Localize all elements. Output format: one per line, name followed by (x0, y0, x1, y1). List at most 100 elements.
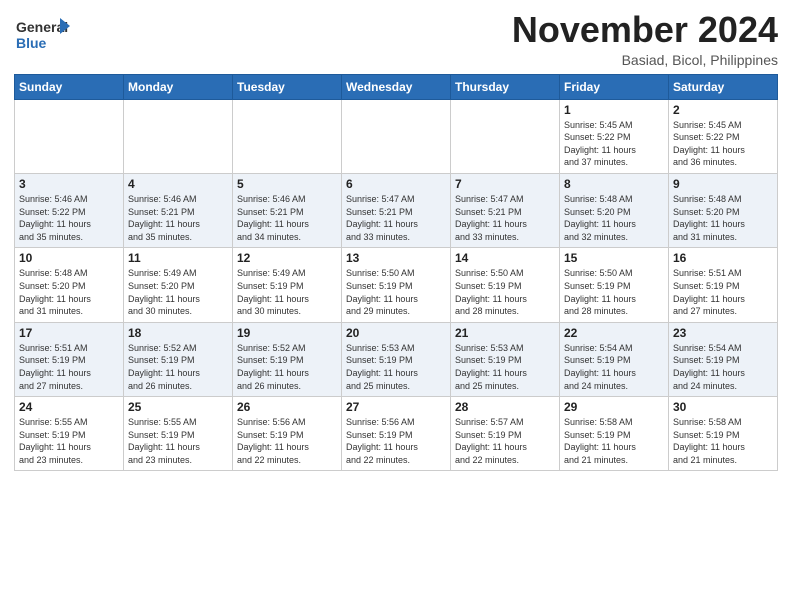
day-number: 12 (237, 251, 337, 265)
day-info: Sunrise: 5:45 AM Sunset: 5:22 PM Dayligh… (673, 119, 773, 169)
day-info: Sunrise: 5:58 AM Sunset: 5:19 PM Dayligh… (564, 416, 664, 466)
table-row: 22Sunrise: 5:54 AM Sunset: 5:19 PM Dayli… (560, 322, 669, 396)
table-row: 25 Sunrise: 5:55 AM Sunset: 5:19 PM Dayli… (124, 397, 233, 471)
day-number: 17 (19, 326, 119, 340)
day-number: 11 (128, 251, 228, 265)
calendar-header-row: Sunday Monday Tuesday Wednesday Thursday… (15, 74, 778, 99)
day-info: Sunrise: 5:48 AM Sunset: 5:20 PM Dayligh… (673, 193, 773, 243)
day-info: Sunrise: 5:49 AM Sunset: 5:19 PM Dayligh… (237, 267, 337, 317)
table-row: 21Sunrise: 5:53 AM Sunset: 5:19 PM Dayli… (451, 322, 560, 396)
day-info: Sunrise: 5:51 AM Sunset: 5:19 PM Dayligh… (19, 342, 119, 392)
day-info: Sunrise: 5:54 AM Sunset: 5:19 PM Dayligh… (673, 342, 773, 392)
calendar-week-row: 24 Sunrise: 5:55 AM Sunset: 5:19 PM Dayli… (15, 397, 778, 471)
day-number: 1 (564, 103, 664, 117)
svg-text:Blue: Blue (16, 35, 47, 51)
table-row: 3 Sunrise: 5:46 AM Sunset: 5:22 PM Daylig… (15, 173, 124, 247)
calendar-week-row: 10Sunrise: 5:48 AM Sunset: 5:20 PM Dayli… (15, 248, 778, 322)
title-block: November 2024 Basiad, Bicol, Philippines (512, 10, 778, 68)
table-row: 17 Sunrise: 5:51 AM Sunset: 5:19 PM Dayli… (15, 322, 124, 396)
day-number: 4 (128, 177, 228, 191)
table-row (342, 99, 451, 173)
table-row: 15 Sunrise: 5:50 AM Sunset: 5:19 PM Dayli… (560, 248, 669, 322)
day-number: 14 (455, 251, 555, 265)
day-number: 6 (346, 177, 446, 191)
table-row: 23 Sunrise: 5:54 AM Sunset: 5:19 PM Dayli… (669, 322, 778, 396)
table-row (233, 99, 342, 173)
day-info: Sunrise: 5:55 AM Sunset: 5:19 PM Dayligh… (128, 416, 228, 466)
table-row: 19Sunrise: 5:52 AM Sunset: 5:19 PM Dayli… (233, 322, 342, 396)
table-row: 6 Sunrise: 5:47 AM Sunset: 5:21 PM Daylig… (342, 173, 451, 247)
day-number: 18 (128, 326, 228, 340)
table-row: 16Sunrise: 5:51 AM Sunset: 5:19 PM Dayli… (669, 248, 778, 322)
table-row: 12 Sunrise: 5:49 AM Sunset: 5:19 PM Dayli… (233, 248, 342, 322)
table-row: 29 Sunrise: 5:58 AM Sunset: 5:19 PM Dayli… (560, 397, 669, 471)
header: General Blue November 2024 Basiad, Bicol… (14, 10, 778, 68)
day-number: 10 (19, 251, 119, 265)
day-info: Sunrise: 5:46 AM Sunset: 5:22 PM Dayligh… (19, 193, 119, 243)
day-number: 3 (19, 177, 119, 191)
day-info: Sunrise: 5:47 AM Sunset: 5:21 PM Dayligh… (346, 193, 446, 243)
day-info: Sunrise: 5:49 AM Sunset: 5:20 PM Dayligh… (128, 267, 228, 317)
day-info: Sunrise: 5:52 AM Sunset: 5:19 PM Dayligh… (237, 342, 337, 392)
table-row: 8Sunrise: 5:48 AM Sunset: 5:20 PM Daylig… (560, 173, 669, 247)
table-row: 10Sunrise: 5:48 AM Sunset: 5:20 PM Dayli… (15, 248, 124, 322)
day-number: 5 (237, 177, 337, 191)
table-row: 5Sunrise: 5:46 AM Sunset: 5:21 PM Daylig… (233, 173, 342, 247)
calendar-week-row: 1 Sunrise: 5:45 AM Sunset: 5:22 PM Daylig… (15, 99, 778, 173)
day-info: Sunrise: 5:50 AM Sunset: 5:19 PM Dayligh… (564, 267, 664, 317)
col-monday: Monday (124, 74, 233, 99)
day-number: 26 (237, 400, 337, 414)
day-number: 8 (564, 177, 664, 191)
day-number: 15 (564, 251, 664, 265)
table-row: 20 Sunrise: 5:53 AM Sunset: 5:19 PM Dayli… (342, 322, 451, 396)
table-row: 18 Sunrise: 5:52 AM Sunset: 5:19 PM Dayli… (124, 322, 233, 396)
logo: General Blue (14, 14, 70, 56)
day-number: 2 (673, 103, 773, 117)
col-saturday: Saturday (669, 74, 778, 99)
table-row: 11 Sunrise: 5:49 AM Sunset: 5:20 PM Dayli… (124, 248, 233, 322)
day-number: 22 (564, 326, 664, 340)
day-number: 25 (128, 400, 228, 414)
page: General Blue November 2024 Basiad, Bicol… (0, 0, 792, 612)
table-row (15, 99, 124, 173)
day-info: Sunrise: 5:46 AM Sunset: 5:21 PM Dayligh… (128, 193, 228, 243)
day-number: 30 (673, 400, 773, 414)
day-info: Sunrise: 5:58 AM Sunset: 5:19 PM Dayligh… (673, 416, 773, 466)
table-row: 30 Sunrise: 5:58 AM Sunset: 5:19 PM Dayli… (669, 397, 778, 471)
day-number: 7 (455, 177, 555, 191)
day-info: Sunrise: 5:57 AM Sunset: 5:19 PM Dayligh… (455, 416, 555, 466)
day-info: Sunrise: 5:53 AM Sunset: 5:19 PM Dayligh… (346, 342, 446, 392)
day-number: 23 (673, 326, 773, 340)
table-row: 1Sunrise: 5:45 AM Sunset: 5:22 PM Daylig… (560, 99, 669, 173)
location: Basiad, Bicol, Philippines (512, 52, 778, 68)
day-number: 24 (19, 400, 119, 414)
col-thursday: Thursday (451, 74, 560, 99)
table-row: 7Sunrise: 5:47 AM Sunset: 5:21 PM Daylig… (451, 173, 560, 247)
day-info: Sunrise: 5:50 AM Sunset: 5:19 PM Dayligh… (346, 267, 446, 317)
day-info: Sunrise: 5:51 AM Sunset: 5:19 PM Dayligh… (673, 267, 773, 317)
day-info: Sunrise: 5:52 AM Sunset: 5:19 PM Dayligh… (128, 342, 228, 392)
col-sunday: Sunday (15, 74, 124, 99)
col-wednesday: Wednesday (342, 74, 451, 99)
table-row (451, 99, 560, 173)
calendar-week-row: 3 Sunrise: 5:46 AM Sunset: 5:22 PM Daylig… (15, 173, 778, 247)
col-tuesday: Tuesday (233, 74, 342, 99)
table-row: 9 Sunrise: 5:48 AM Sunset: 5:20 PM Daylig… (669, 173, 778, 247)
day-info: Sunrise: 5:55 AM Sunset: 5:19 PM Dayligh… (19, 416, 119, 466)
month-title: November 2024 (512, 10, 778, 50)
day-number: 29 (564, 400, 664, 414)
day-number: 20 (346, 326, 446, 340)
table-row: 27 Sunrise: 5:56 AM Sunset: 5:19 PM Dayli… (342, 397, 451, 471)
table-row: 14Sunrise: 5:50 AM Sunset: 5:19 PM Dayli… (451, 248, 560, 322)
calendar-table: Sunday Monday Tuesday Wednesday Thursday… (14, 74, 778, 472)
table-row: 24 Sunrise: 5:55 AM Sunset: 5:19 PM Dayli… (15, 397, 124, 471)
day-number: 9 (673, 177, 773, 191)
table-row (124, 99, 233, 173)
day-number: 13 (346, 251, 446, 265)
table-row: 4 Sunrise: 5:46 AM Sunset: 5:21 PM Daylig… (124, 173, 233, 247)
day-info: Sunrise: 5:56 AM Sunset: 5:19 PM Dayligh… (346, 416, 446, 466)
day-number: 27 (346, 400, 446, 414)
day-number: 28 (455, 400, 555, 414)
day-info: Sunrise: 5:56 AM Sunset: 5:19 PM Dayligh… (237, 416, 337, 466)
day-info: Sunrise: 5:53 AM Sunset: 5:19 PM Dayligh… (455, 342, 555, 392)
